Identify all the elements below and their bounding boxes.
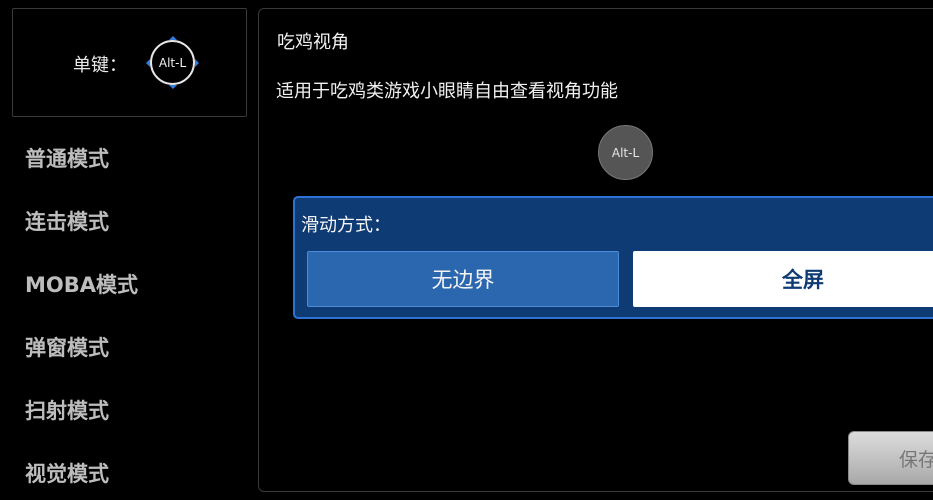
mode-item-strafe[interactable]: 扫射模式: [0, 380, 247, 443]
slide-option-no-border[interactable]: 无边界: [307, 251, 619, 307]
slide-option-fullscreen[interactable]: 全屏: [633, 251, 933, 307]
key-name: Alt-L: [158, 55, 187, 70]
resize-handle-down-icon[interactable]: [168, 85, 177, 93]
mode-item-normal[interactable]: 普通模式: [0, 128, 247, 191]
detail-description: 适用于吃鸡类游戏小眼睛自由查看视角功能: [276, 81, 618, 102]
resize-handle-right-icon[interactable]: [195, 58, 203, 67]
app-window: 单键： Alt-L 普通模式 连击模式 MOBA模式 弹窗模式 扫射模式 视觉模…: [0, 0, 933, 500]
key-button[interactable]: Alt-L: [146, 36, 199, 89]
detail-title: 吃鸡视角: [277, 32, 349, 53]
mode-item-view[interactable]: 视觉模式: [0, 443, 247, 500]
preview-key-name: Alt-L: [611, 145, 640, 160]
detail-panel: 吃鸡视角 适用于吃鸡类游戏小眼睛自由查看视角功能 Alt-L 滑动方式： 无边界…: [258, 8, 933, 492]
preview-key-button[interactable]: Alt-L: [598, 125, 653, 180]
key-label: 单键：: [73, 55, 127, 76]
mode-item-moba[interactable]: MOBA模式: [0, 254, 247, 317]
key-binding-box: 单键： Alt-L: [12, 8, 247, 117]
slide-mode-label: 滑动方式：: [301, 215, 391, 236]
save-button[interactable]: 保存: [848, 431, 933, 485]
resize-handle-left-icon[interactable]: [142, 58, 150, 67]
mode-item-popup[interactable]: 弹窗模式: [0, 317, 247, 380]
resize-handle-up-icon[interactable]: [168, 32, 177, 40]
slide-mode-box: 滑动方式： 无边界 全屏: [293, 196, 933, 319]
mode-list: 普通模式 连击模式 MOBA模式 弹窗模式 扫射模式 视觉模式: [0, 128, 247, 500]
mode-item-combo[interactable]: 连击模式: [0, 191, 247, 254]
